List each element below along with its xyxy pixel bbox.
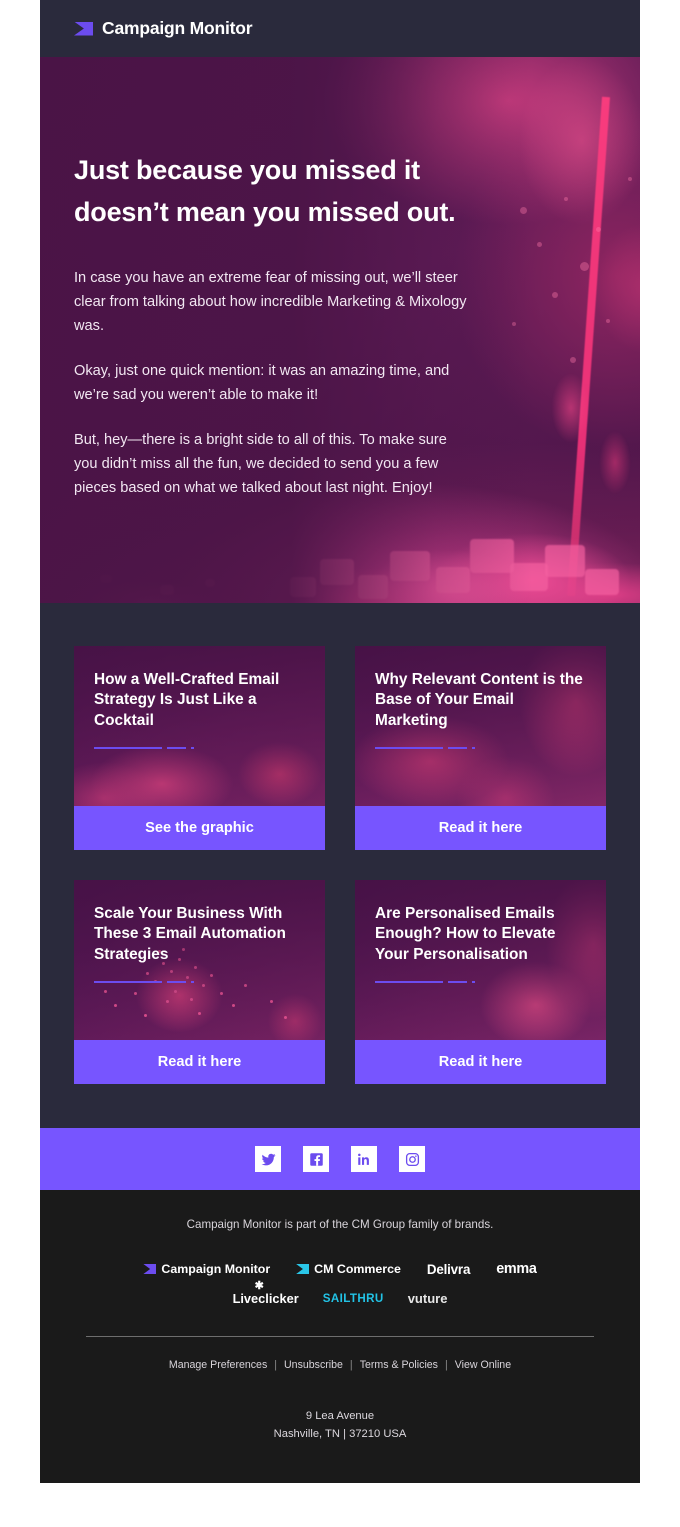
campaign-monitor-envelope-icon (143, 1264, 157, 1274)
hero-content: Just because you missed it doesn’t mean … (40, 57, 494, 500)
card-copy: Why Relevant Content is the Base of Your… (355, 646, 606, 750)
card-cta-button[interactable]: Read it here (74, 1040, 325, 1084)
brand-logo-liveclicker: ✱ Liveclicker (232, 1281, 299, 1307)
card-title: Why Relevant Content is the Base of Your… (375, 671, 583, 729)
brand-label: Liveclicker (232, 1291, 299, 1306)
footer-link-terms-policies[interactable]: Terms & Policies (360, 1359, 438, 1371)
email-content-column: Campaign Monitor Just because you missed… (40, 0, 640, 1527)
cm-commerce-envelope-icon (296, 1264, 310, 1274)
brand-logos-row-1: Campaign Monitor CM Commerce Delivra emm… (74, 1261, 606, 1277)
hero-paragraph-3: But, hey—there is a bright side to all o… (74, 432, 447, 496)
header-brand-label: Campaign Monitor (102, 18, 253, 38)
social-link-facebook[interactable] (303, 1146, 329, 1172)
card-copy: How a Well-Crafted Email Strategy Is Jus… (74, 646, 325, 750)
card-cta-button[interactable]: See the graphic (74, 806, 325, 850)
footer-link-unsubscribe[interactable]: Unsubscribe (284, 1359, 343, 1371)
instagram-icon (405, 1152, 419, 1166)
hero-paragraph-2: Okay, just one quick mention: it was an … (74, 363, 450, 403)
card-title: Scale Your Business With These 3 Email A… (94, 905, 286, 963)
footer-address: 9 Lea Avenue Nashville, TN | 37210 USA (74, 1407, 606, 1443)
card-photo: How a Well-Crafted Email Strategy Is Jus… (74, 646, 325, 806)
social-link-instagram[interactable] (399, 1146, 425, 1172)
brand-logo-delivra: Delivra (426, 1261, 471, 1277)
brand-label: CM Commerce (314, 1262, 401, 1276)
starburst-icon: ✱ (254, 1280, 264, 1292)
hero-banner: Just because you missed it doesn’t mean … (40, 57, 640, 603)
card-divider (94, 981, 305, 984)
facebook-icon (309, 1152, 323, 1166)
footer-link-separator: | (444, 1359, 448, 1371)
brand-logos-row-2: ✱ Liveclicker SAILTHRU vuture (74, 1281, 606, 1307)
brand-logo-sailthru: SAILTHRU (322, 1292, 384, 1305)
linkedin-icon (357, 1153, 369, 1165)
brand-logo-emma: emma (496, 1261, 537, 1277)
card-divider (94, 747, 305, 750)
article-card[interactable]: Are Personalised Emails Enough? How to E… (355, 880, 606, 1084)
footer-link-view-online[interactable]: View Online (455, 1359, 511, 1371)
article-card-grid: How a Well-Crafted Email Strategy Is Jus… (74, 646, 606, 1084)
card-divider (375, 981, 586, 984)
email-page: Campaign Monitor Just because you missed… (0, 0, 680, 1527)
article-card[interactable]: Why Relevant Content is the Base of Your… (355, 646, 606, 850)
footer-link-separator: | (349, 1359, 353, 1371)
address-line-2: Nashville, TN | 37210 USA (273, 1428, 407, 1441)
article-card[interactable]: Scale Your Business With These 3 Email A… (74, 880, 325, 1084)
card-photo: Are Personalised Emails Enough? How to E… (355, 880, 606, 1040)
card-photo: Scale Your Business With These 3 Email A… (74, 880, 325, 1040)
card-photo: Why Relevant Content is the Base of Your… (355, 646, 606, 806)
brand-logo-cm-commerce: CM Commerce (296, 1262, 401, 1276)
footer-link-separator: | (274, 1359, 278, 1371)
footer-family-note: Campaign Monitor is part of the CM Group… (186, 1218, 494, 1231)
articles-section: How a Well-Crafted Email Strategy Is Jus… (40, 603, 640, 1128)
card-copy: Scale Your Business With These 3 Email A… (74, 880, 325, 984)
footer-links: Manage Preferences | Unsubscribe | Terms… (74, 1359, 606, 1371)
email-header: Campaign Monitor (40, 0, 640, 57)
card-cta-button[interactable]: Read it here (355, 806, 606, 850)
card-title: Are Personalised Emails Enough? How to E… (375, 905, 556, 963)
campaign-monitor-envelope-icon (74, 21, 93, 36)
article-card[interactable]: How a Well-Crafted Email Strategy Is Jus… (74, 646, 325, 850)
social-links-bar (40, 1128, 640, 1190)
card-cta-button[interactable]: Read it here (355, 1040, 606, 1084)
brand-logo-vuture: vuture (407, 1291, 448, 1306)
brand-logo-campaign-monitor: Campaign Monitor (143, 1262, 270, 1276)
twitter-icon (261, 1153, 275, 1165)
footer-divider (86, 1336, 594, 1337)
hero-title: Just because you missed it doesn’t mean … (74, 155, 456, 228)
email-footer: Campaign Monitor is part of the CM Group… (40, 1190, 640, 1484)
header-logo[interactable]: Campaign Monitor (74, 18, 253, 39)
brand-label: Campaign Monitor (161, 1262, 271, 1276)
hero-paragraph-1: In case you have an extreme fear of miss… (74, 270, 467, 334)
card-divider (375, 747, 586, 750)
address-line-1: 9 Lea Avenue (305, 1410, 375, 1422)
social-link-linkedin[interactable] (351, 1146, 377, 1172)
card-title: How a Well-Crafted Email Strategy Is Jus… (94, 671, 280, 729)
footer-link-manage-preferences[interactable]: Manage Preferences (169, 1359, 267, 1371)
card-copy: Are Personalised Emails Enough? How to E… (355, 880, 606, 984)
social-link-twitter[interactable] (255, 1146, 281, 1172)
